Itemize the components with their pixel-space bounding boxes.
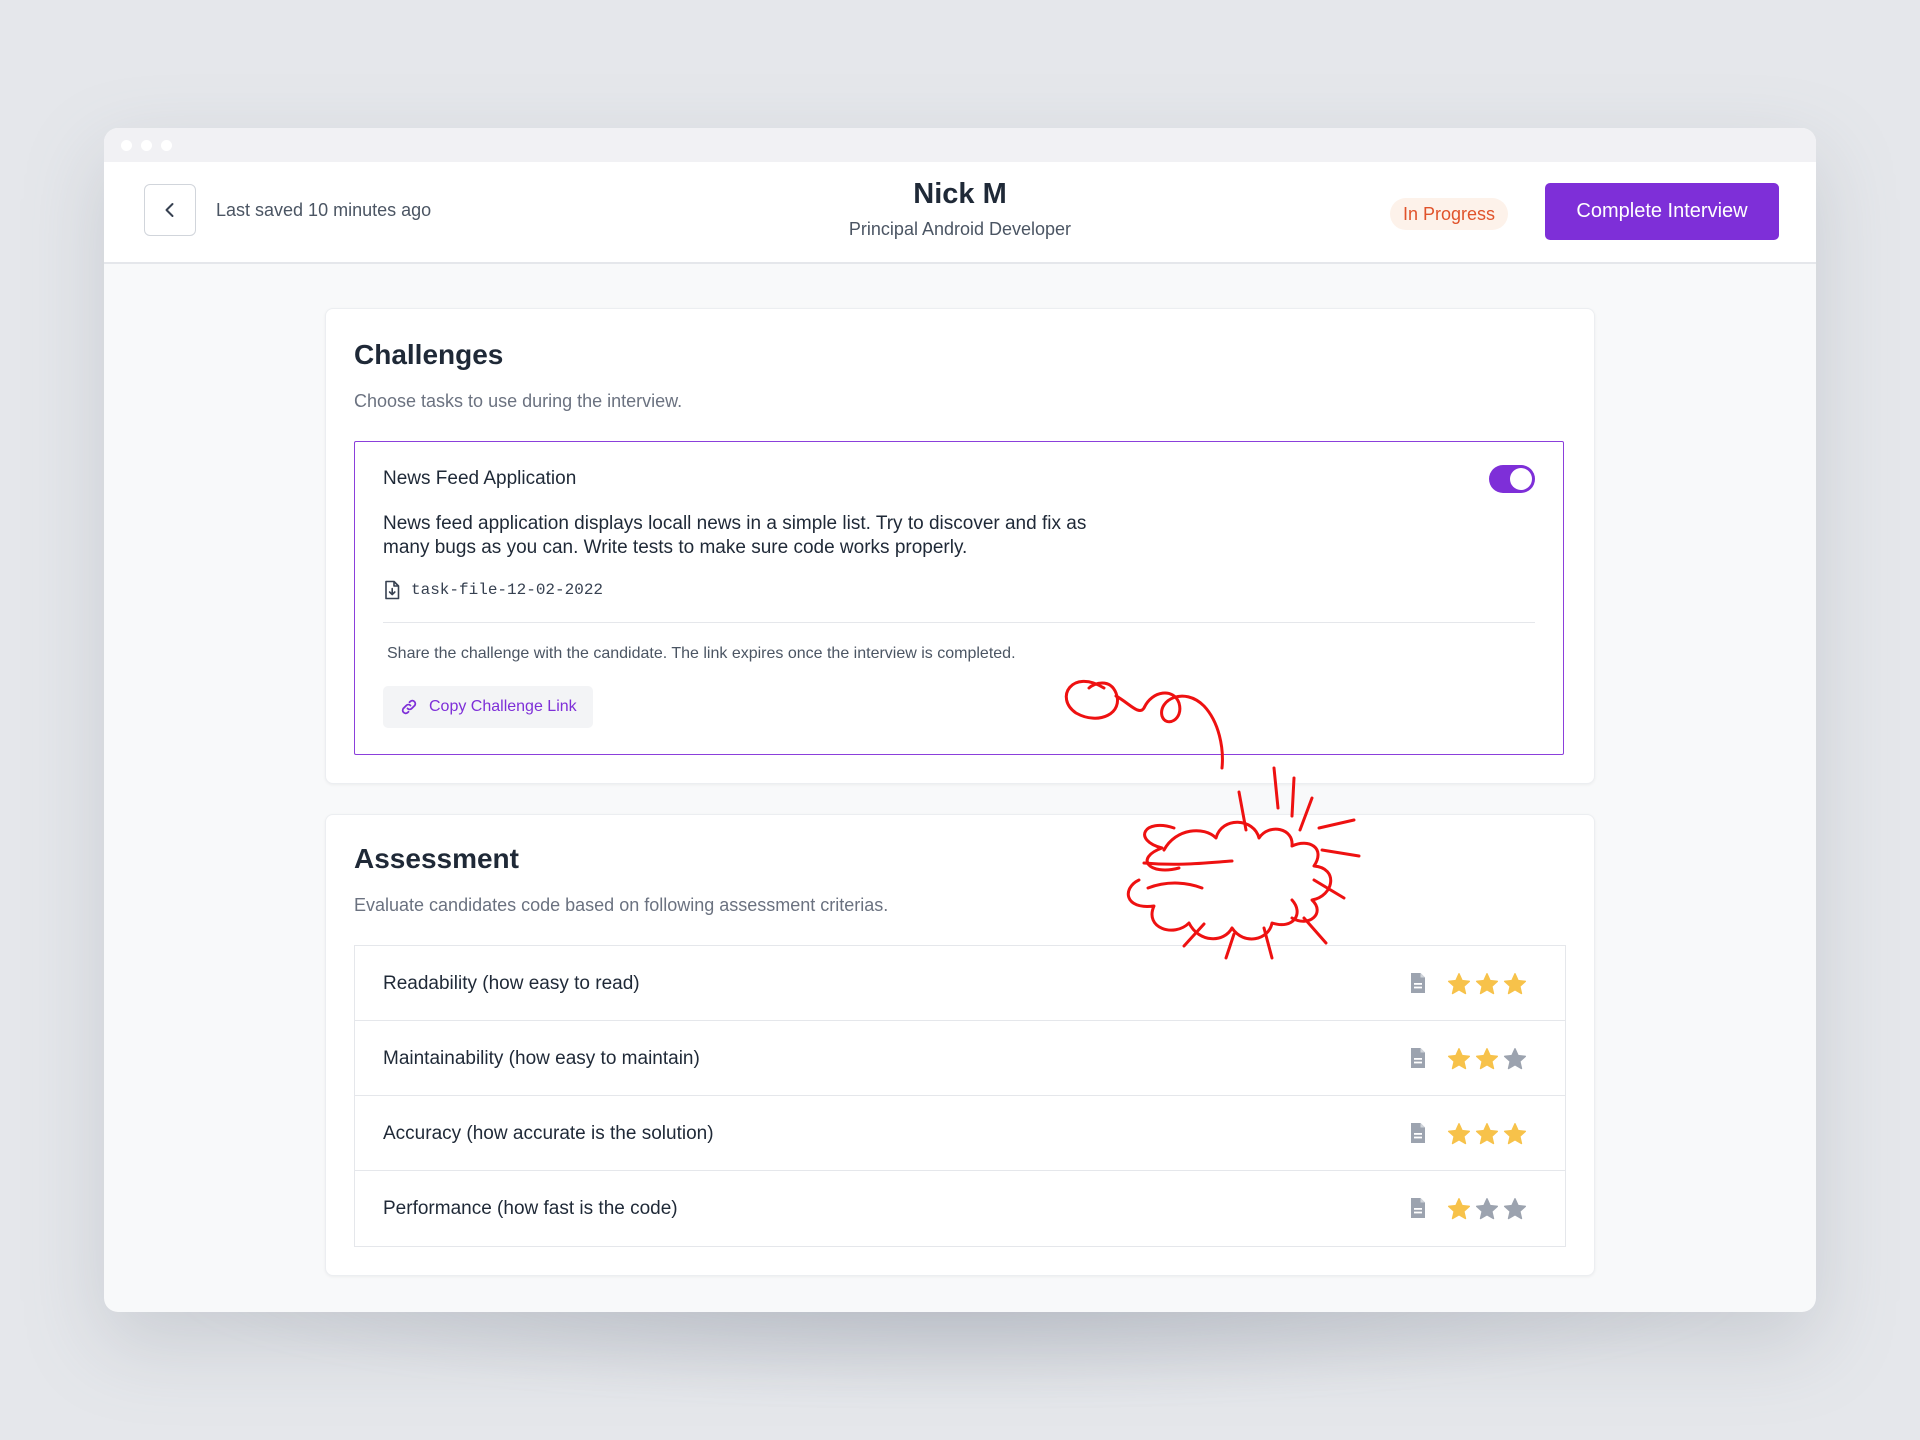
- star-icon[interactable]: [1475, 1122, 1499, 1146]
- toggle-knob: [1510, 468, 1532, 490]
- criteria-label: Accuracy (how accurate is the solution): [383, 1123, 714, 1144]
- star-rating[interactable]: [1447, 1122, 1527, 1146]
- challenge-title: News Feed Application: [383, 468, 577, 489]
- star-rating[interactable]: [1447, 1197, 1527, 1221]
- document-icon[interactable]: [1409, 1197, 1427, 1219]
- criteria-table: Readability (how easy to read) Maintainab…: [354, 945, 1566, 1247]
- star-icon[interactable]: [1475, 1197, 1499, 1221]
- assessment-title: Assessment: [354, 843, 519, 874]
- complete-interview-button[interactable]: Complete Interview: [1545, 183, 1779, 240]
- criteria-row: Readability (how easy to read): [355, 946, 1565, 1021]
- criteria-label: Readability (how easy to read): [383, 973, 640, 994]
- window-dot[interactable]: [141, 139, 152, 151]
- challenges-title: Challenges: [354, 339, 504, 370]
- star-rating[interactable]: [1447, 972, 1527, 996]
- status-badge: In Progress: [1390, 198, 1509, 230]
- star-icon[interactable]: [1475, 972, 1499, 996]
- divider: [383, 622, 1535, 623]
- criteria-row: Performance (how fast is the code): [355, 1171, 1565, 1246]
- challenges-card: Challenges Choose tasks to use during th…: [325, 308, 1595, 784]
- page-header: Last saved 10 minutes ago Nick M Princip…: [104, 162, 1816, 264]
- star-icon[interactable]: [1503, 1047, 1527, 1071]
- window-dot[interactable]: [121, 139, 132, 151]
- window-dot[interactable]: [161, 139, 172, 151]
- star-rating[interactable]: [1447, 1047, 1527, 1071]
- copy-challenge-link-button[interactable]: Copy Challenge Link: [383, 686, 593, 728]
- star-icon[interactable]: [1503, 1122, 1527, 1146]
- criteria-row: Maintainability (how easy to maintain): [355, 1021, 1565, 1096]
- challenges-subtitle: Choose tasks to use during the interview…: [354, 391, 683, 411]
- star-icon[interactable]: [1447, 1122, 1471, 1146]
- assessment-card: Assessment Evaluate candidates code base…: [325, 814, 1595, 1276]
- challenge-file-name: task-file-12-02-2022: [411, 581, 604, 599]
- challenge-toggle[interactable]: [1489, 465, 1535, 493]
- challenge-item[interactable]: News Feed Application News feed applicat…: [354, 441, 1564, 755]
- challenge-file-link[interactable]: task-file-12-02-2022: [383, 580, 603, 600]
- share-hint-text: Share the challenge with the candidate. …: [387, 645, 1016, 662]
- star-icon[interactable]: [1503, 972, 1527, 996]
- link-icon: [401, 699, 417, 715]
- document-icon[interactable]: [1409, 1122, 1427, 1144]
- file-download-icon: [385, 580, 400, 600]
- document-icon[interactable]: [1409, 1047, 1427, 1069]
- criteria-label: Maintainability (how easy to maintain): [383, 1048, 700, 1069]
- star-icon[interactable]: [1447, 1047, 1471, 1071]
- star-icon[interactable]: [1447, 1197, 1471, 1221]
- challenge-description: News feed application displays locall ne…: [383, 513, 1087, 558]
- document-icon[interactable]: [1409, 972, 1427, 994]
- star-icon[interactable]: [1475, 1047, 1499, 1071]
- star-icon[interactable]: [1503, 1197, 1527, 1221]
- criteria-row: Accuracy (how accurate is the solution): [355, 1096, 1565, 1171]
- criteria-label: Performance (how fast is the code): [383, 1198, 678, 1219]
- window-titlebar: [104, 128, 1816, 162]
- assessment-subtitle: Evaluate candidates code based on follow…: [354, 895, 889, 915]
- copy-link-label: Copy Challenge Link: [429, 698, 577, 715]
- app-window: Last saved 10 minutes ago Nick M Princip…: [104, 128, 1816, 1312]
- star-icon[interactable]: [1447, 972, 1471, 996]
